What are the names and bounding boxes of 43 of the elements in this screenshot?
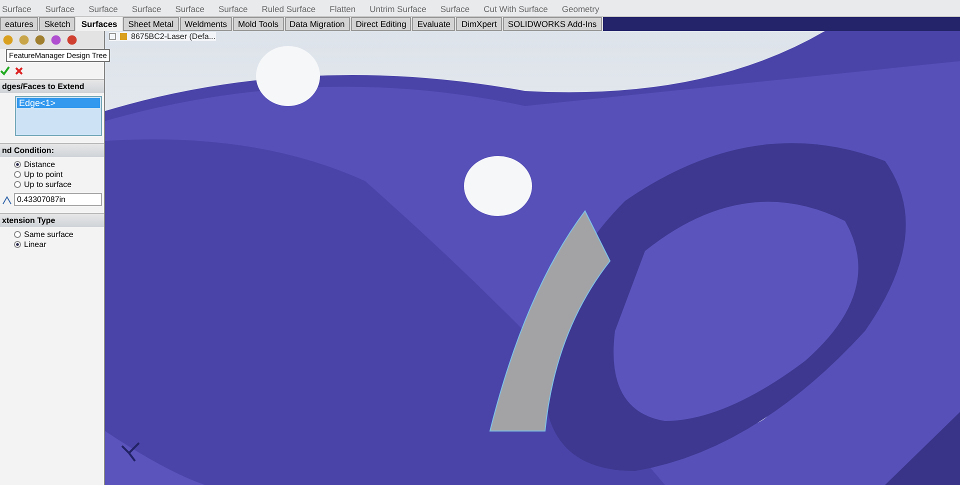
radio-label[interactable]: Up to point (24, 170, 63, 179)
radio-label[interactable]: Linear (24, 240, 46, 249)
radio-label[interactable]: Up to surface (24, 180, 72, 189)
distance-icon (2, 194, 12, 204)
ribbon-tab[interactable]: Sketch (39, 17, 76, 31)
section-header[interactable]: xtension Type (0, 214, 104, 227)
radio-button[interactable] (14, 171, 21, 178)
section-header[interactable]: dges/Faces to Extend (0, 80, 104, 93)
ribbon-label[interactable]: Surface (132, 4, 162, 14)
expand-icon[interactable] (109, 33, 116, 40)
radio-button[interactable] (14, 181, 21, 188)
ribbon-label[interactable]: Geometry (562, 4, 600, 14)
ribbon-tab[interactable]: DimXpert (456, 17, 502, 31)
radio-label[interactable]: Same surface (24, 230, 74, 239)
distance-field[interactable]: 0.43307087in (14, 193, 102, 206)
ribbon-label[interactable]: Untrim Surface (370, 4, 426, 14)
radio-button[interactable] (14, 241, 21, 248)
ribbon-label[interactable]: Surface (2, 4, 32, 14)
section-header[interactable]: nd Condition: (0, 144, 104, 157)
close-icon[interactable] (14, 66, 24, 76)
ribbon-label[interactable]: Surface (440, 4, 470, 14)
ribbon-label[interactable]: Flatten (330, 4, 356, 14)
ribbon-label[interactable]: Surface (88, 4, 118, 14)
ribbon-tab[interactable]: Mold Tools (233, 17, 284, 31)
radio-label[interactable]: Distance (24, 160, 56, 169)
ribbon-tab[interactable]: Direct Editing (350, 17, 412, 31)
ribbon-label[interactable]: Cut With Surface (484, 4, 548, 14)
check-icon[interactable] (0, 66, 10, 76)
ribbon-label[interactable]: Ruled Surface (262, 4, 316, 14)
radio-button[interactable] (14, 161, 21, 168)
part-model-drawing[interactable] (105, 31, 960, 485)
part-icon (119, 32, 128, 41)
radio-button[interactable] (14, 231, 21, 238)
ribbon-tab[interactable]: Data Migration (284, 17, 350, 31)
ribbon-tab[interactable]: Sheet Metal (123, 17, 179, 31)
ribbon-tab[interactable]: SOLIDWORKS Add-Ins (502, 17, 602, 31)
ribbon-label[interactable]: Surface (218, 4, 248, 14)
ribbon-tab[interactable]: Evaluate (412, 17, 456, 31)
ribbon-tab[interactable]: Weldments (180, 17, 232, 31)
ribbon-tab[interactable]: eatures (0, 17, 38, 31)
ribbon-tab[interactable]: Surfaces (76, 17, 122, 31)
ribbon-label[interactable]: Surface (175, 4, 204, 14)
ribbon-label[interactable]: Surface (45, 4, 75, 14)
